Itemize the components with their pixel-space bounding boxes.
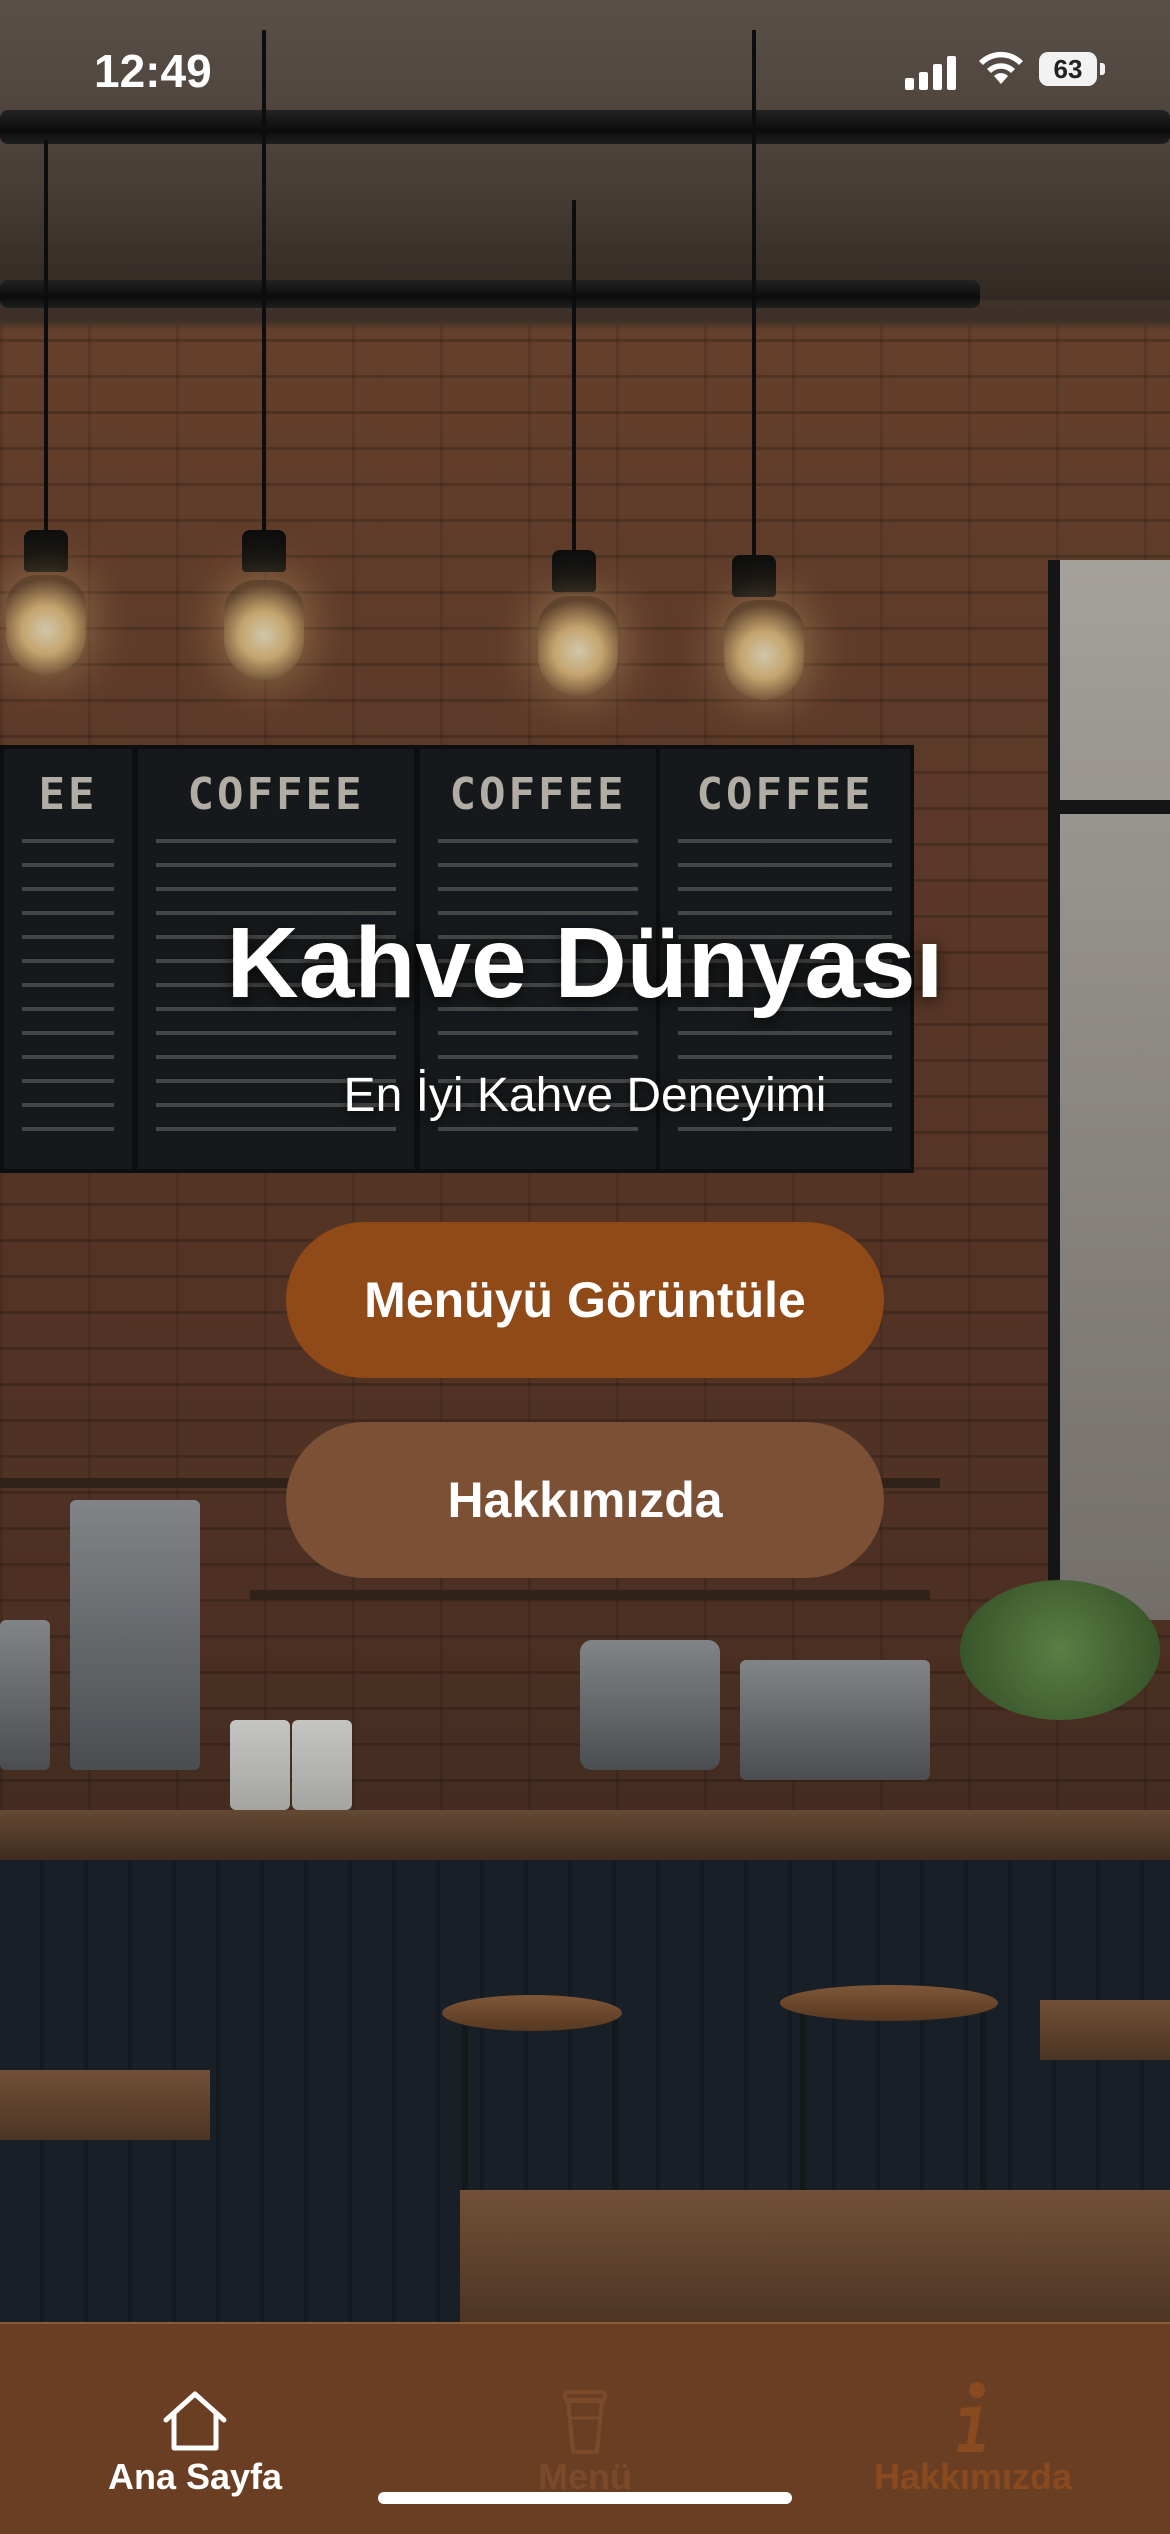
about-us-button[interactable]: Hakkımızda: [286, 1422, 884, 1578]
house-icon: [163, 2391, 227, 2451]
tab-menu[interactable]: Menü: [435, 2376, 735, 2498]
app-title: Kahve Dünyası: [226, 907, 944, 1019]
status-time: 12:49: [94, 45, 212, 97]
tab-home[interactable]: Ana Sayfa: [45, 2376, 345, 2498]
view-menu-button[interactable]: Menüyü Görüntüle: [286, 1222, 884, 1378]
status-bar: 12:49 63: [0, 0, 1170, 140]
dark-overlay: [0, 0, 1170, 2322]
coffee-cup-icon: [563, 2390, 607, 2454]
wifi-icon: [979, 51, 1023, 84]
tab-home-label: Ana Sayfa: [107, 2456, 283, 2497]
info-icon: [957, 2382, 985, 2452]
cafe-background-image: EE COFFEE COFFEE COFFEE: [0, 0, 1170, 2322]
app-subtitle: En İyi Kahve Deneyimi: [343, 1069, 827, 1122]
cellular-signal-icon: [905, 54, 956, 90]
battery-icon: 63: [1039, 52, 1105, 86]
home-indicator: [378, 2492, 792, 2504]
tab-about-label: Hakkımızda: [873, 2456, 1073, 2497]
tab-about[interactable]: Hakkımızda: [823, 2376, 1123, 2498]
